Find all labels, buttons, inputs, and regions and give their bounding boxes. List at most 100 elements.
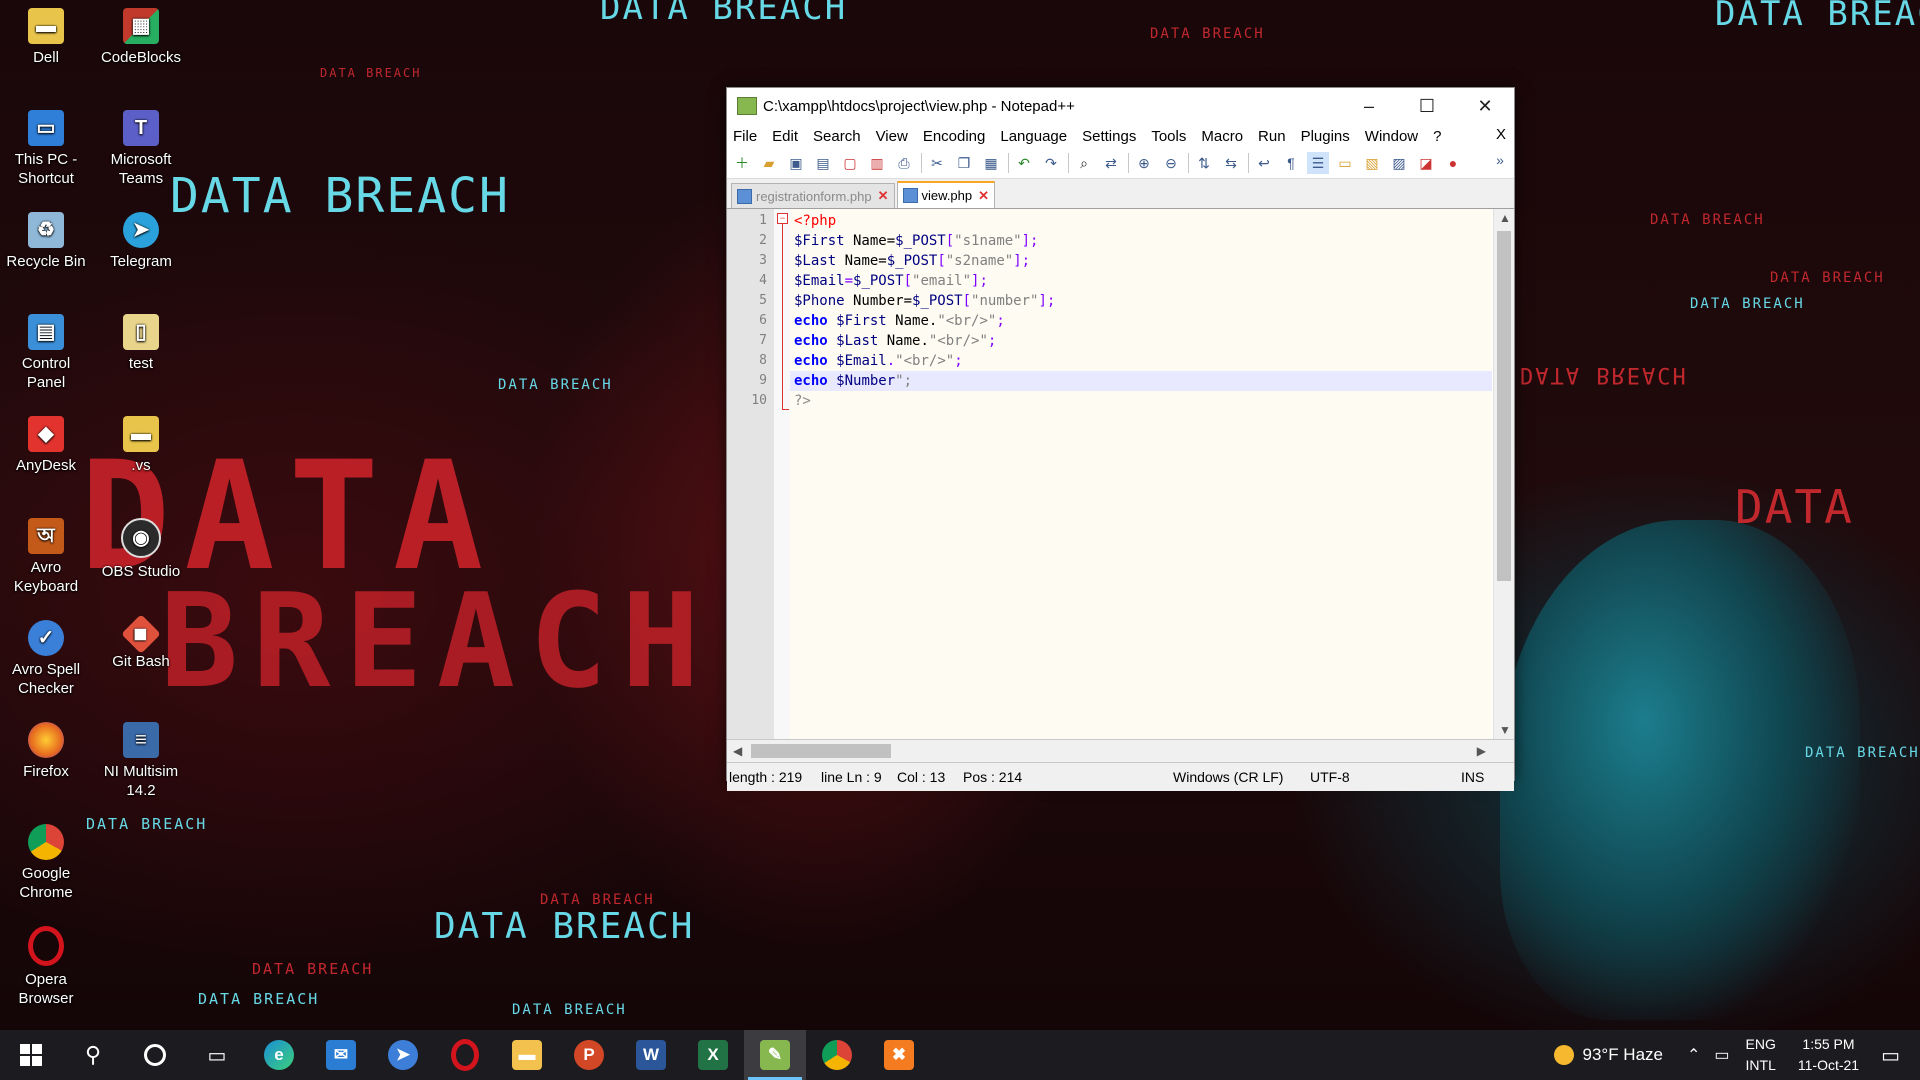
menu-edit[interactable]: Edit (772, 128, 798, 145)
print-icon[interactable]: ⎙ (893, 152, 915, 174)
menu-file[interactable]: File (733, 128, 757, 145)
taskbar-mail[interactable]: ✉ (310, 1030, 372, 1080)
menu-plugins[interactable]: Plugins (1301, 128, 1350, 145)
indent-guide-icon[interactable]: ☰ (1307, 152, 1329, 174)
monitoring-icon[interactable]: ◪ (1415, 152, 1437, 174)
show-all-chars-icon[interactable]: ¶ (1280, 152, 1302, 174)
scroll-up-icon[interactable]: ▲ (1499, 211, 1511, 225)
desktop-icon-obs[interactable]: ◉ OBS Studio (96, 518, 186, 581)
notification-icon[interactable]: ▭ (1881, 1043, 1900, 1068)
tab-close-icon[interactable]: ✕ (978, 188, 989, 204)
maximize-button[interactable]: ☐ (1398, 88, 1456, 124)
function-list-icon[interactable]: ▭ (1334, 152, 1356, 174)
close-document-button[interactable]: X (1496, 126, 1506, 143)
clock[interactable]: 1:55 PM 11-Oct-21 (1798, 1034, 1859, 1076)
code-line[interactable]: echo $Last Name."<br/>"; (790, 331, 1492, 351)
weather-text[interactable]: 93°F Haze (1582, 1045, 1663, 1065)
paste-icon[interactable]: ▦ (980, 152, 1002, 174)
copy-icon[interactable]: ❐ (953, 152, 975, 174)
zoom-in-icon[interactable]: ⊕ (1133, 152, 1155, 174)
desktop-icon-anydesk[interactable]: ◆ AnyDesk (1, 416, 91, 475)
tab-close-icon[interactable]: ✕ (878, 188, 889, 204)
desktop-icon-test[interactable]: ▯ test (96, 314, 186, 373)
taskbar-excel[interactable]: X (682, 1030, 744, 1080)
scroll-right-icon[interactable]: ▶ (1477, 744, 1486, 758)
close-button[interactable]: ✕ (1456, 88, 1514, 124)
search-button[interactable]: ⚲ (62, 1030, 124, 1080)
menu-window[interactable]: Window (1365, 128, 1418, 145)
desktop-icon-multisim[interactable]: ≡ NI Multisim 14.2 (96, 722, 186, 800)
title-bar[interactable]: C:\xampp\htdocs\project\view.php - Notep… (727, 88, 1514, 124)
find-icon[interactable]: ⌕ (1073, 152, 1095, 174)
menu-view[interactable]: View (876, 128, 908, 145)
vertical-scrollbar[interactable]: ▲ ▼ (1493, 209, 1514, 739)
folder-workspace-icon[interactable]: ▨ (1388, 152, 1410, 174)
menu-help[interactable]: ? (1433, 128, 1441, 145)
document-map-icon[interactable]: ▧ (1361, 152, 1383, 174)
save-all-icon[interactable]: ▤ (812, 152, 834, 174)
vertical-scroll-thumb[interactable] (1497, 231, 1511, 581)
sync-vertical-icon[interactable]: ⇅ (1193, 152, 1215, 174)
zoom-out-icon[interactable]: ⊖ (1160, 152, 1182, 174)
desktop-icon-firefox[interactable]: Firefox (1, 722, 91, 781)
new-file-icon[interactable]: ＋ (731, 152, 753, 174)
menu-settings[interactable]: Settings (1082, 128, 1136, 145)
save-icon[interactable]: ▣ (785, 152, 807, 174)
open-file-icon[interactable]: ▰ (758, 152, 780, 174)
desktop-icon-teams[interactable]: T Microsoft Teams (96, 110, 186, 188)
code-line[interactable]: echo $Email."<br/>"; (790, 351, 1492, 371)
taskbar-notepadpp[interactable]: ✎ (744, 1030, 806, 1080)
word-wrap-icon[interactable]: ↩ (1253, 152, 1275, 174)
tab-view[interactable]: view.php ✕ (896, 181, 996, 208)
code-line[interactable]: $Email=$_POST["email"]; (790, 271, 1492, 291)
cortana-button[interactable] (124, 1030, 186, 1080)
weather-icon[interactable] (1554, 1045, 1575, 1065)
record-macro-icon[interactable]: ● (1442, 152, 1464, 174)
taskbar-chrome[interactable] (806, 1030, 868, 1080)
horizontal-scrollbar[interactable]: ◀ ▶ (727, 740, 1514, 763)
cut-icon[interactable]: ✂ (926, 152, 948, 174)
taskbar-opera[interactable] (434, 1030, 496, 1080)
chevron-up-icon[interactable]: ⌃ (1687, 1045, 1700, 1065)
taskbar-powerpoint[interactable]: P (558, 1030, 620, 1080)
taskbar-app[interactable]: ➤ (372, 1030, 434, 1080)
menu-tools[interactable]: Tools (1151, 128, 1186, 145)
code-line[interactable]: echo $First Name."<br/>"; (790, 311, 1492, 331)
task-view-button[interactable]: ▭ (186, 1030, 248, 1080)
code-line[interactable]: echo $Number"; (790, 371, 1492, 391)
desktop-icon-telegram[interactable]: ➤ Telegram (96, 212, 186, 271)
horizontal-scroll-thumb[interactable] (751, 744, 891, 758)
close-all-icon[interactable]: ▥ (866, 152, 888, 174)
menu-encoding[interactable]: Encoding (923, 128, 986, 145)
scroll-down-icon[interactable]: ▼ (1499, 723, 1511, 737)
desktop-icon-recycle-bin[interactable]: ♻ Recycle Bin (1, 212, 91, 271)
code-line[interactable]: $Last Name=$_POST["s2name"]; (790, 251, 1492, 271)
menu-macro[interactable]: Macro (1201, 128, 1243, 145)
start-button[interactable] (0, 1030, 62, 1080)
tab-registrationform[interactable]: registrationform.php ✕ (731, 183, 895, 208)
close-file-icon[interactable]: ▢ (839, 152, 861, 174)
scroll-left-icon[interactable]: ◀ (733, 744, 742, 758)
desktop-icon-dell[interactable]: ▬ Dell (1, 8, 91, 67)
code-line[interactable]: <?php (790, 211, 1492, 231)
menu-run[interactable]: Run (1258, 128, 1286, 145)
minimize-button[interactable]: – (1340, 88, 1398, 124)
desktop-icon-avro-spell[interactable]: ✓ Avro Spell Checker (1, 620, 91, 698)
battery-icon[interactable]: ▭ (1714, 1045, 1729, 1065)
desktop-icon-control-panel[interactable]: ▤ Control Panel (1, 314, 91, 392)
taskbar-xampp[interactable]: ✖ (868, 1030, 930, 1080)
replace-icon[interactable]: ⇄ (1100, 152, 1122, 174)
code-editor[interactable]: 1 2 3 4 5 6 7 8 9 10 − <?php $First Name=$_POST["s… (727, 209, 1514, 740)
undo-icon[interactable]: ↶ (1013, 152, 1035, 174)
redo-icon[interactable]: ↷ (1040, 152, 1062, 174)
sync-horizontal-icon[interactable]: ⇆ (1220, 152, 1242, 174)
toolbar-overflow-icon[interactable]: » (1493, 149, 1507, 171)
taskbar-edge[interactable]: e (248, 1030, 310, 1080)
code-line[interactable]: $Phone Number=$_POST["number"]; (790, 291, 1492, 311)
language-indicator[interactable]: ENG INTL (1746, 1034, 1776, 1076)
taskbar-file-explorer[interactable]: ▬ (496, 1030, 558, 1080)
desktop-icon-chrome[interactable]: Google Chrome (1, 824, 91, 902)
code-line[interactable]: $First Name=$_POST["s1name"]; (790, 231, 1492, 251)
code-area[interactable]: <?php $First Name=$_POST["s1name"]; $Last … (790, 209, 1492, 739)
desktop-icon-codeblocks[interactable]: ▦ CodeBlocks (96, 8, 186, 67)
